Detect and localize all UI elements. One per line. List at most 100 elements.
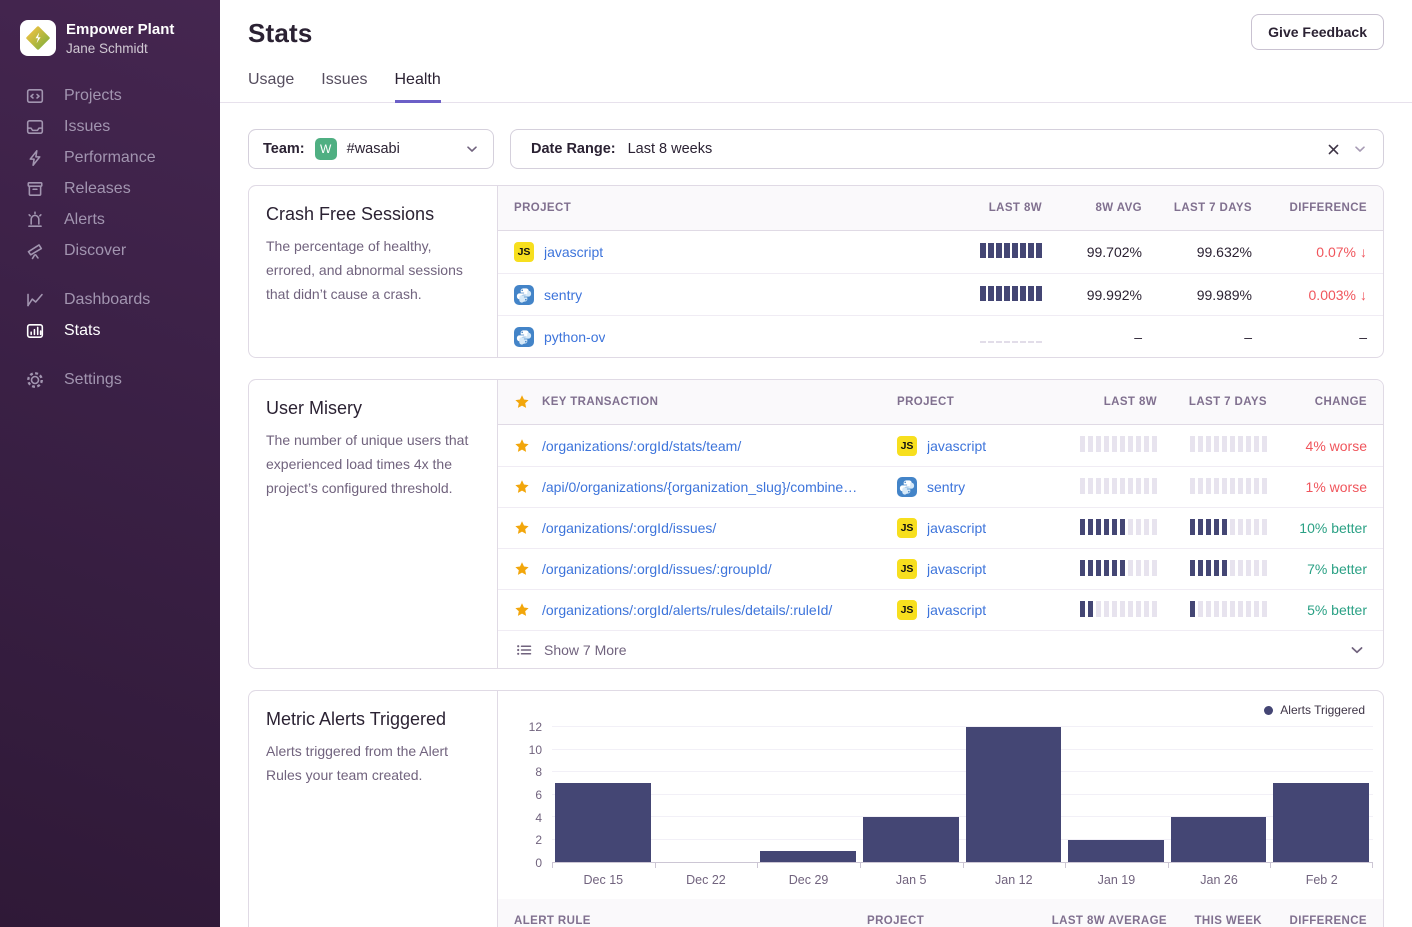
chart-x-axis: Dec 15Dec 22Dec 29Jan 5Jan 12Jan 19Jan 2…	[552, 863, 1373, 887]
page-title: Stats	[248, 18, 1384, 49]
panel-title: Crash Free Sessions	[266, 204, 477, 225]
project-link[interactable]: javascript	[927, 520, 986, 536]
sidebar-item-label: Projects	[64, 87, 122, 105]
panel-title: Metric Alerts Triggered	[266, 709, 477, 730]
sparkline-last-8w	[1080, 436, 1157, 452]
javascript-platform-icon: JS	[897, 559, 917, 579]
team-select[interactable]: Team: W #wasabi	[248, 129, 494, 169]
project-link[interactable]: javascript	[927, 438, 986, 454]
difference-value: –	[1252, 329, 1367, 345]
sidebar-item-label: Alerts	[64, 211, 105, 229]
org-switcher[interactable]: Empower Plant Jane Schmidt	[20, 20, 206, 56]
sidebar: Empower Plant Jane Schmidt Projects Issu…	[0, 0, 220, 927]
legend-label: Alerts Triggered	[1280, 703, 1365, 717]
column-key-transaction: KEY TRANSACTION	[542, 396, 897, 408]
table-row: /api/0/organizations/{organization_slug}…	[498, 466, 1383, 507]
sidebar-item-label: Discover	[64, 242, 126, 260]
python-platform-icon	[897, 477, 917, 497]
project-link[interactable]: javascript	[927, 602, 986, 618]
transaction-link[interactable]: /organizations/:orgId/issues/:groupId/	[542, 561, 897, 577]
project-link[interactable]: sentry	[544, 287, 582, 303]
tabs: Usage Issues Health	[220, 71, 1412, 103]
show-more-button[interactable]: Show 7 More	[498, 630, 1383, 668]
column-project: PROJECT	[897, 396, 1047, 408]
sidebar-item-discover[interactable]: Discover	[0, 235, 220, 266]
sparkline-last-8w	[1080, 560, 1157, 576]
table-header: KEY TRANSACTION PROJECT LAST 8W LAST 7 D…	[498, 380, 1383, 425]
key-transaction-star-icon[interactable]	[514, 520, 542, 536]
sidebar-item-dashboards[interactable]: Dashboards	[0, 284, 220, 315]
project-link[interactable]: javascript	[544, 244, 603, 260]
alerts-triggered-chart: Alerts Triggered 024681012 Dec 15Dec 22D…	[498, 691, 1383, 899]
last-7-days-value: 99.632%	[1142, 244, 1252, 260]
chevron-down-icon	[1353, 142, 1367, 156]
table-row: python-ov – – –	[498, 315, 1383, 357]
key-transaction-star-icon[interactable]	[514, 602, 542, 618]
clear-icon[interactable]	[1326, 142, 1341, 157]
project-link[interactable]: javascript	[927, 561, 986, 577]
project-link[interactable]: sentry	[927, 479, 965, 495]
sidebar-item-label: Stats	[64, 322, 100, 340]
avg-8w-value: 99.992%	[1042, 287, 1142, 303]
key-transaction-star-icon[interactable]	[514, 561, 542, 577]
sidebar-item-alerts[interactable]: Alerts	[0, 204, 220, 235]
performance-icon	[26, 149, 44, 167]
key-transaction-star-icon[interactable]	[514, 438, 542, 454]
table-row: /organizations/:orgId/issues/:groupId/ J…	[498, 548, 1383, 589]
transaction-link[interactable]: /api/0/organizations/{organization_slug}…	[542, 479, 897, 495]
change-value: 4% worse	[1267, 438, 1367, 454]
sidebar-item-releases[interactable]: Releases	[0, 173, 220, 204]
column-last-8w: LAST 8W	[1047, 396, 1157, 408]
sparkline-last-8w	[1080, 478, 1157, 494]
javascript-platform-icon: JS	[897, 436, 917, 456]
table-row: /organizations/:orgId/alerts/rules/detai…	[498, 589, 1383, 630]
show-more-label: Show 7 More	[544, 642, 626, 658]
column-project: PROJECT	[514, 202, 882, 214]
transaction-link[interactable]: /organizations/:orgId/issues/	[542, 520, 897, 536]
sidebar-item-settings[interactable]: Settings	[0, 364, 220, 395]
change-value: 7% better	[1267, 561, 1367, 577]
sidebar-item-projects[interactable]: Projects	[0, 80, 220, 111]
transaction-link[interactable]: /organizations/:orgId/alerts/rules/detai…	[542, 602, 897, 618]
chart-plot	[552, 727, 1373, 863]
give-feedback-button[interactable]: Give Feedback	[1251, 14, 1384, 50]
key-transaction-star-icon[interactable]	[514, 479, 542, 495]
change-value: 1% worse	[1267, 479, 1367, 495]
alerts-icon	[26, 211, 44, 229]
column-difference: DIFFERENCE	[1262, 915, 1367, 927]
date-range-select[interactable]: Date Range: Last 8 weeks	[510, 129, 1384, 169]
column-difference: DIFFERENCE	[1252, 202, 1367, 214]
releases-icon	[26, 180, 44, 198]
alert-rules-table-header: ALERT RULE PROJECT LAST 8W AVERAGE THIS …	[498, 899, 1383, 927]
org-name: Empower Plant	[66, 21, 174, 39]
sparkline-last-7-days	[1190, 560, 1267, 576]
last-7-days-value: –	[1142, 329, 1252, 345]
python-platform-icon	[514, 327, 534, 347]
sidebar-item-performance[interactable]: Performance	[0, 142, 220, 173]
transaction-link[interactable]: /organizations/:orgId/stats/team/	[542, 438, 897, 454]
table-row: /organizations/:orgId/stats/team/ JS java…	[498, 425, 1383, 466]
sparkline-last-8w	[1080, 519, 1157, 535]
sparkline-last-7-days	[1190, 519, 1267, 535]
chart-legend[interactable]: Alerts Triggered	[514, 703, 1373, 717]
project-link[interactable]: python-ov	[544, 329, 605, 345]
column-this-week: THIS WEEK	[1167, 915, 1262, 927]
panel-title: User Misery	[266, 398, 477, 419]
user-name: Jane Schmidt	[66, 41, 174, 56]
difference-value: 0.07%↓	[1252, 244, 1367, 260]
sidebar-item-stats[interactable]: Stats	[0, 315, 220, 346]
date-range-label: Date Range:	[531, 141, 616, 157]
issues-icon	[26, 118, 44, 136]
panel-description: The percentage of healthy, errored, and …	[266, 234, 477, 306]
column-last-8w: LAST 8W	[882, 202, 1042, 214]
crash-free-sessions-panel: Crash Free Sessions The percentage of he…	[248, 185, 1384, 358]
sidebar-item-label: Settings	[64, 371, 122, 389]
sidebar-item-issues[interactable]: Issues	[0, 111, 220, 142]
settings-icon	[26, 371, 44, 389]
tab-issues[interactable]: Issues	[321, 71, 367, 103]
tab-usage[interactable]: Usage	[248, 71, 294, 103]
tab-health[interactable]: Health	[395, 71, 441, 103]
trend-down-icon: ↓	[1360, 244, 1367, 260]
org-logo-icon	[20, 20, 56, 56]
chevron-down-icon	[1349, 642, 1365, 658]
